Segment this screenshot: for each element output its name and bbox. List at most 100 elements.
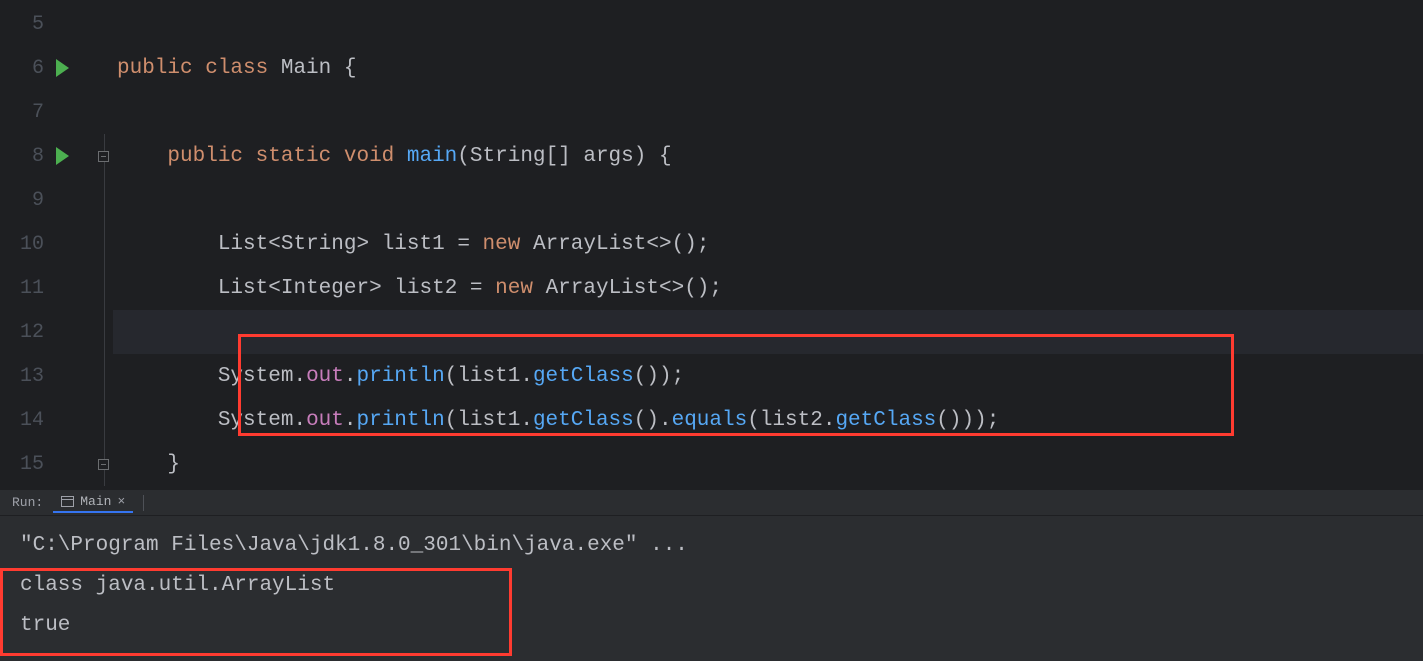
fold-row: [95, 354, 112, 398]
fold-row: [95, 442, 112, 486]
gutter-row[interactable]: 6: [0, 46, 95, 90]
code-token: (: [457, 145, 470, 168]
run-icon[interactable]: [56, 147, 69, 165]
code-token: [117, 365, 218, 388]
code-token: class: [205, 57, 281, 80]
code-token: [117, 277, 218, 300]
code-token: list1: [457, 409, 520, 432]
fold-row: [95, 222, 112, 266]
run-panel: Run: Main × "C:\Program Files\Java\jdk1.…: [0, 490, 1423, 661]
code-token: <: [268, 277, 281, 300]
gutter-row[interactable]: 14: [0, 398, 95, 442]
line-number: 8: [18, 145, 44, 168]
gutter-row[interactable]: 7: [0, 90, 95, 134]
code-line[interactable]: }: [113, 442, 1423, 486]
fold-column: [95, 0, 113, 490]
code-token: println: [356, 409, 444, 432]
gutter-row[interactable]: 8: [0, 134, 95, 178]
code-token: ();: [672, 233, 710, 256]
fold-row: [95, 310, 112, 354]
gutter-row[interactable]: 5: [0, 2, 95, 46]
code-token: .: [823, 409, 836, 432]
code-token: getClass: [835, 409, 936, 432]
code-token: getClass: [533, 365, 634, 388]
code-area[interactable]: public class Main { public static void m…: [113, 0, 1423, 490]
gutter-row[interactable]: 9: [0, 178, 95, 222]
application-icon: [61, 496, 74, 507]
code-token: .: [293, 409, 306, 432]
line-number: 6: [18, 57, 44, 80]
code-token: main: [407, 145, 457, 168]
run-icon[interactable]: [56, 59, 69, 77]
code-line[interactable]: System.out.println(list1.getClass());: [113, 354, 1423, 398]
code-token: list1: [382, 233, 458, 256]
code-line[interactable]: [113, 310, 1423, 354]
code-line[interactable]: public class Main {: [113, 46, 1423, 90]
code-line[interactable]: public static void main(String[] args) {: [113, 134, 1423, 178]
code-token: (): [634, 409, 659, 432]
code-token: list2: [394, 277, 470, 300]
code-token: List: [218, 277, 268, 300]
gutter: 5 6 7 8 9 10 1112 13 14 15: [0, 0, 95, 490]
fold-toggle-icon[interactable]: [98, 151, 109, 162]
code-token: static: [256, 145, 344, 168]
code-token: ()));: [936, 409, 999, 432]
line-number: 10: [18, 233, 44, 256]
gutter-row[interactable]: 12: [0, 310, 95, 354]
fold-row: [95, 398, 112, 442]
code-token: (: [747, 409, 760, 432]
gutter-row[interactable]: 11: [0, 266, 95, 310]
run-tab-main[interactable]: Main ×: [53, 492, 133, 513]
gutter-row[interactable]: 10: [0, 222, 95, 266]
code-token: list2: [760, 409, 823, 432]
code-token: public: [167, 145, 255, 168]
fold-row: [95, 2, 112, 46]
code-token: =: [470, 277, 495, 300]
fold-toggle-icon[interactable]: [98, 459, 109, 470]
code-token: .: [520, 409, 533, 432]
code-token: <>: [659, 277, 684, 300]
code-line[interactable]: System.out.println(list1.getClass().equa…: [113, 398, 1423, 442]
code-editor[interactable]: 5 6 7 8 9 10 1112 13 14 15 public class Main { pu…: [0, 0, 1423, 490]
code-token: ArrayList: [533, 233, 646, 256]
code-token: (: [445, 409, 458, 432]
code-line[interactable]: [113, 90, 1423, 134]
code-line[interactable]: [113, 178, 1423, 222]
line-number: 15: [18, 453, 44, 476]
code-token: new: [483, 233, 533, 256]
code-token: }: [167, 453, 180, 476]
console-output[interactable]: "C:\Program Files\Java\jdk1.8.0_301\bin\…: [0, 516, 1423, 656]
line-number: 14: [18, 409, 44, 432]
code-token: <>: [646, 233, 671, 256]
console-line: class java.util.ArrayList: [20, 566, 1403, 606]
code-line[interactable]: List<Integer> list2 = new ArrayList<>();: [113, 266, 1423, 310]
code-token: ): [634, 145, 659, 168]
run-label: Run:: [12, 495, 43, 510]
code-token: >: [356, 233, 381, 256]
line-number: 13: [18, 365, 44, 388]
fold-row: [95, 90, 112, 134]
code-token: void: [344, 145, 407, 168]
code-token: >: [369, 277, 394, 300]
code-token: System: [218, 409, 294, 432]
code-line[interactable]: List<String> list1 = new ArrayList<>();: [113, 222, 1423, 266]
code-token: {: [659, 145, 672, 168]
code-token: out: [306, 365, 344, 388]
divider: [143, 495, 144, 511]
code-token: (: [445, 365, 458, 388]
close-icon[interactable]: ×: [117, 494, 125, 509]
line-number: 5: [18, 13, 44, 36]
code-token: .: [293, 365, 306, 388]
code-token: equals: [672, 409, 748, 432]
code-token: =: [457, 233, 482, 256]
fold-row: [95, 266, 112, 310]
line-number: 7: [18, 101, 44, 124]
gutter-row[interactable]: 15: [0, 442, 95, 486]
code-token: System: [218, 365, 294, 388]
code-token: <: [268, 233, 281, 256]
code-line[interactable]: [113, 2, 1423, 46]
code-token: .: [659, 409, 672, 432]
run-tab-label: Main: [80, 494, 111, 509]
gutter-row[interactable]: 13: [0, 354, 95, 398]
fold-row: [95, 134, 112, 178]
